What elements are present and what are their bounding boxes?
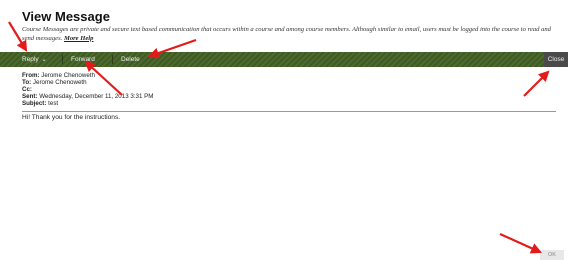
page-header: View Message Course Messages are private… — [0, 0, 568, 52]
to-row: To: Jerome Chenoweth — [22, 79, 153, 86]
close-button[interactable]: Close — [544, 52, 568, 67]
chevron-down-icon: ⌄ — [41, 57, 47, 63]
subject-row: Subject: test — [22, 100, 153, 107]
forward-button[interactable]: Forward — [71, 52, 95, 67]
description-text: Course Messages are private and secure t… — [22, 26, 551, 42]
sent-label: Sent: — [22, 93, 38, 100]
toolbar-divider — [112, 55, 113, 64]
cc-label: Cc: — [22, 86, 32, 93]
sent-row: Sent: Wednesday, December 11, 2013 3:31 … — [22, 93, 153, 100]
from-value: Jerome Chenoweth — [41, 72, 95, 79]
to-label: To: — [22, 79, 32, 86]
subject-value: test — [48, 100, 59, 107]
toolbar-divider — [62, 55, 63, 64]
cc-row: Cc: — [22, 86, 153, 93]
from-row: From: Jerome Chenoweth — [22, 72, 153, 79]
page-description: Course Messages are private and secure t… — [22, 26, 562, 43]
reply-button[interactable]: Reply ⌄ — [22, 52, 47, 67]
message-toolbar: Reply ⌄ Forward Delete Close — [0, 52, 568, 67]
more-help-link[interactable]: More Help — [64, 35, 94, 42]
reply-label: Reply — [22, 56, 39, 63]
subject-label: Subject: — [22, 100, 47, 107]
ok-button[interactable]: OK — [540, 250, 564, 260]
to-value: Jerome Chenoweth — [32, 79, 87, 86]
delete-button[interactable]: Delete — [121, 52, 140, 67]
arrow-to-close — [523, 70, 550, 97]
message-headers: From: Jerome Chenoweth To: Jerome Chenow… — [22, 72, 153, 107]
page-title: View Message — [22, 9, 110, 24]
arrow-to-ok — [499, 232, 543, 254]
message-body: Hi! Thank you for the instructions. — [22, 114, 121, 121]
from-label: From: — [22, 72, 40, 79]
message-divider — [22, 111, 556, 112]
sent-value: Wednesday, December 11, 2013 3:31 PM — [39, 93, 154, 100]
